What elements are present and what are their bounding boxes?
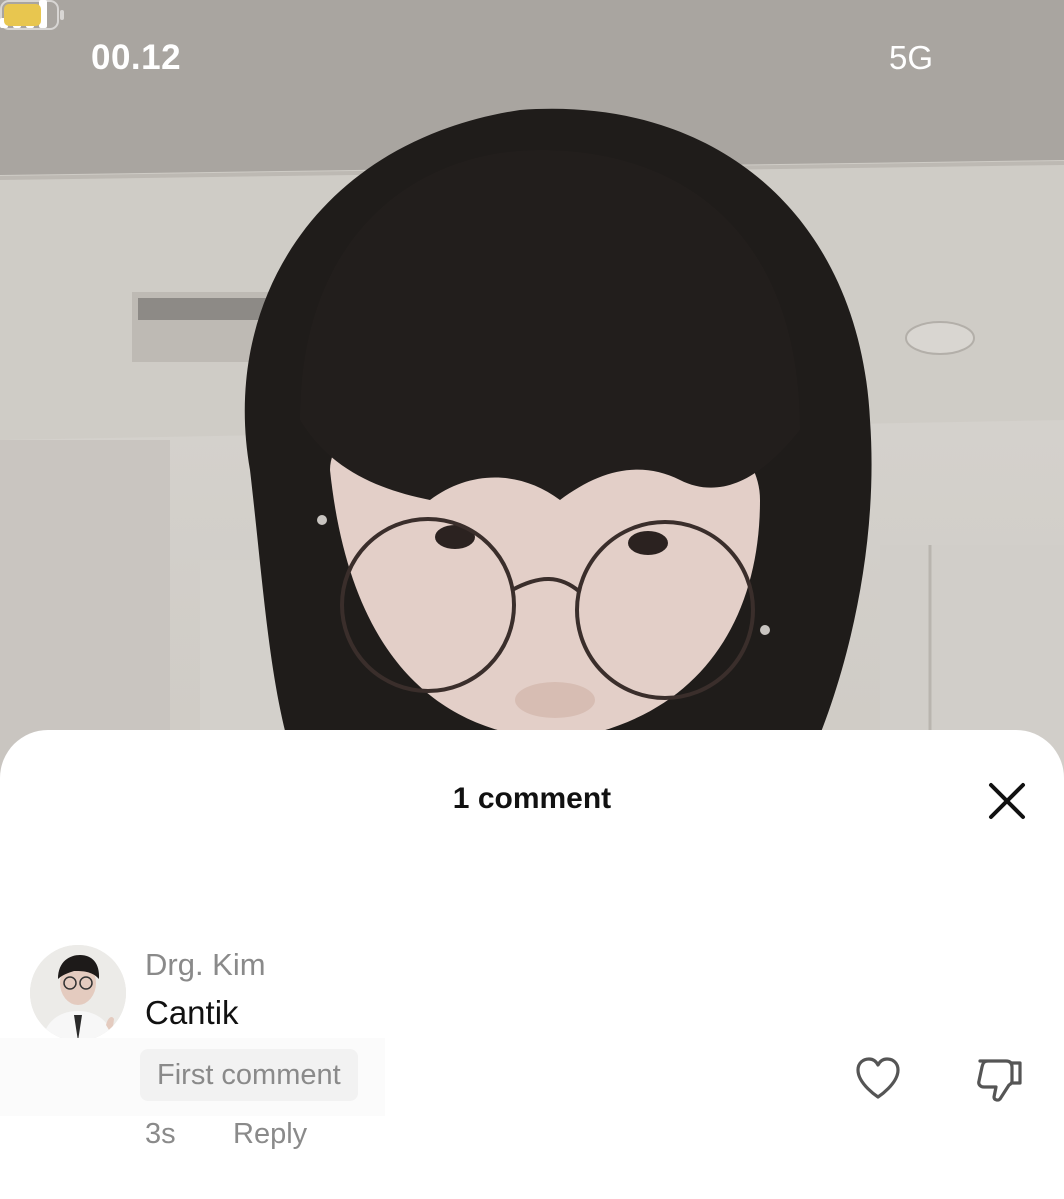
comment-author[interactable]: Drg. Kim (145, 947, 266, 983)
reply-button[interactable]: Reply (233, 1118, 307, 1151)
screen: 00.12 5G 1 comment Drg. Kim Cantik First… (0, 0, 1064, 1199)
comments-sheet: 1 comment Drg. Kim Cantik First comment … (0, 730, 1064, 1199)
avatar[interactable] (30, 945, 126, 1041)
dislike-icon[interactable] (974, 1055, 1024, 1103)
heart-outline-icon[interactable] (854, 1055, 902, 1101)
first-comment-badge: First comment (140, 1049, 358, 1101)
avatar-image (30, 945, 126, 1041)
close-icon[interactable] (983, 780, 1031, 822)
comments-count-title: 1 comment (452, 782, 612, 815)
status-bar: 00.12 5G (0, 0, 1064, 120)
video-background-photo[interactable]: 00.12 5G (0, 0, 1064, 780)
comment-timestamp: 3s (145, 1118, 176, 1150)
battery-icon (0, 0, 64, 30)
status-time: 00.12 (91, 38, 182, 77)
comment-text: Cantik (145, 994, 239, 1031)
comment-item: Drg. Kim Cantik First comment 3s Reply (0, 935, 1064, 1195)
network-type-label: 5G (889, 39, 934, 76)
